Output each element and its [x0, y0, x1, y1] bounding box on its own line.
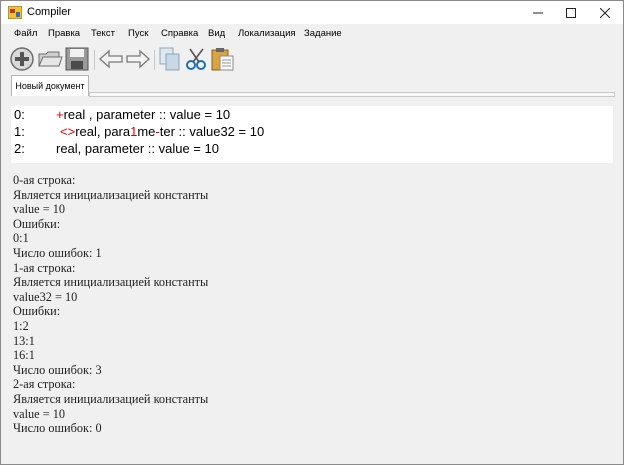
menu-task[interactable]: Задание	[304, 28, 342, 39]
line-code: real, parameter :: value = 10	[56, 141, 219, 156]
output-line: value = 10	[13, 406, 66, 421]
output-line: 16:1	[13, 348, 35, 363]
code-segment: real , parameter :: value = 10	[63, 107, 231, 122]
save-icon[interactable]	[64, 46, 90, 72]
menu-edit[interactable]: Правка	[48, 28, 80, 39]
undo-arrow-icon[interactable]	[98, 46, 124, 72]
output-line: Число ошибок: 1	[13, 245, 102, 260]
cut-icon[interactable]	[183, 46, 209, 72]
close-button[interactable]	[588, 1, 622, 24]
code-segment: me	[137, 124, 156, 139]
toolbar	[1, 44, 623, 74]
line-number: 0:	[14, 107, 25, 122]
menu-run[interactable]: Пуск	[128, 28, 148, 39]
minimize-icon	[533, 12, 543, 13]
menu-file[interactable]: Файл	[14, 28, 37, 39]
output-line: Ошибки:	[13, 216, 61, 231]
copy-icon[interactable]	[157, 46, 183, 72]
menu-text[interactable]: Текст	[91, 28, 115, 39]
line-code: <>real, para1me-ter :: value32 = 10	[60, 124, 264, 139]
output-line: value = 10	[13, 202, 66, 217]
toolbar-separator	[94, 50, 95, 70]
maximize-icon	[566, 7, 576, 18]
output-line: 13:1	[13, 333, 35, 348]
open-folder-icon[interactable]	[37, 46, 63, 72]
output-line: Является инициализацией константы	[13, 275, 209, 290]
title-bar[interactable]: Compiler	[1, 1, 623, 24]
toolbar-separator	[154, 50, 155, 70]
code-segment: ter :: value32 = 10	[159, 124, 265, 139]
output-line: Является инициализацией константы	[13, 187, 209, 202]
app-window: Compiler Файл Правка Текст Пуск Справка …	[0, 0, 624, 465]
output-line: Является инициализацией константы	[13, 391, 209, 406]
new-icon[interactable]	[9, 46, 35, 72]
output-line: 0:1	[13, 231, 29, 246]
tab-new-document[interactable]: Новый документ	[11, 75, 89, 96]
code-editor[interactable]: 0: +real , parameter :: value = 10 1: <>…	[11, 106, 613, 163]
error-segment: +	[56, 107, 64, 122]
minimize-button[interactable]	[521, 1, 555, 24]
menu-bar: Файл Правка Текст Пуск Справка Вид Локал…	[1, 25, 623, 43]
output-line: Число ошибок: 0	[13, 421, 102, 436]
error-segment: <>	[60, 124, 76, 139]
line-number: 1:	[14, 124, 25, 139]
output-log: 0-ая строка: Является инициализацией кон…	[13, 173, 208, 436]
code-segment: real, parameter :: value = 10	[56, 141, 219, 156]
paste-icon[interactable]	[209, 46, 235, 72]
line-number: 2:	[14, 141, 25, 156]
output-line: 1-ая строка:	[13, 260, 76, 275]
close-icon	[600, 7, 610, 18]
output-line: Ошибки:	[13, 304, 61, 319]
menu-help[interactable]: Справка	[161, 28, 198, 39]
menu-view[interactable]: Вид	[208, 28, 225, 39]
tab-strip-line	[89, 92, 615, 97]
document-tabs: Новый документ	[1, 75, 623, 97]
output-line: 1:2	[13, 318, 29, 333]
output-line: Число ошибок: 3	[13, 362, 102, 377]
maximize-button[interactable]	[554, 1, 588, 24]
menu-localization[interactable]: Локализация	[238, 28, 296, 39]
window-title: Compiler	[27, 6, 72, 18]
output-line: value32 = 10	[13, 289, 78, 304]
output-line: 2-ая строка:	[13, 377, 76, 392]
line-code: +real , parameter :: value = 10	[56, 107, 230, 122]
app-icon	[8, 6, 22, 19]
redo-arrow-icon[interactable]	[125, 46, 151, 72]
code-segment: real, para	[75, 124, 131, 139]
output-line: 0-ая строка:	[13, 173, 76, 187]
